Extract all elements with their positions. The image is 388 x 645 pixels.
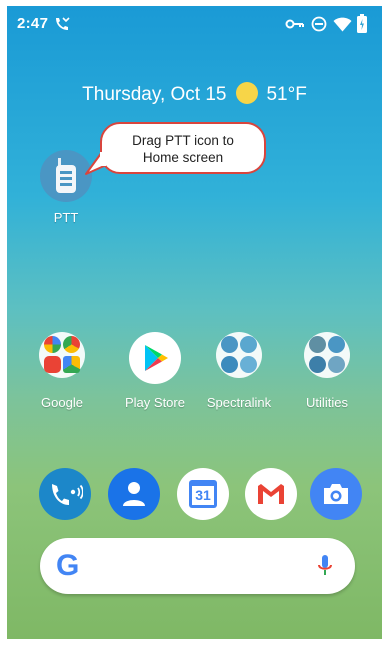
contacts-icon (123, 482, 145, 506)
phone-wifi-call-icon (52, 484, 83, 505)
spectralink-mini-icon-1 (221, 336, 238, 353)
sun-icon (236, 82, 259, 104)
callout-line-2: Home screen (142, 150, 224, 165)
missed-call-icon (56, 17, 70, 30)
spectralink-mini-icon-3 (221, 356, 238, 373)
calendar-app-icon[interactable]: 31 (177, 468, 229, 520)
google-g-mini-icon (44, 336, 61, 353)
contacts-app-icon[interactable] (108, 468, 160, 520)
microphone-icon[interactable] (317, 554, 333, 578)
callout-join (100, 152, 106, 166)
temperature-text: 51°F (266, 84, 307, 105)
do-not-disturb-icon (311, 16, 327, 32)
utilities-mini-icon-3 (309, 356, 326, 373)
utilities-mini-icon-4 (328, 356, 345, 373)
utilities-folder-label: Utilities (306, 395, 348, 410)
date-weather-widget[interactable]: Thursday, Oct 15 51°F (7, 82, 382, 106)
utilities-mini-icon-2 (328, 336, 345, 353)
vpn-key-icon (285, 19, 304, 29)
ptt-walkie-talkie-icon (56, 158, 76, 193)
chrome-mini-icon (63, 336, 80, 353)
spectralink-mini-icon-2 (240, 336, 257, 353)
gmail-icon (257, 483, 285, 505)
spectralink-folder-label: Spectralink (206, 395, 272, 410)
phone-app-icon[interactable] (39, 468, 91, 520)
wifi-icon (333, 17, 352, 32)
camera-app-icon[interactable] (310, 468, 362, 520)
google-folder-label: Google (41, 395, 83, 410)
utilities-folder-icon[interactable] (304, 332, 350, 378)
spectralink-mini-icon-4 (240, 356, 257, 373)
camera-icon (324, 484, 348, 504)
status-bar: 2:47 (7, 6, 382, 46)
play-store-label: Play Store (125, 395, 185, 410)
google-g-logo: G (56, 549, 80, 582)
gmail-app-icon[interactable] (245, 468, 297, 520)
calendar-day: 31 (192, 486, 214, 505)
callout-line-1: Drag PTT icon to (132, 133, 234, 148)
play-store-app-icon[interactable] (129, 332, 181, 384)
status-time: 2:47 (17, 15, 49, 32)
instruction-callout: Drag PTT icon to Home screen (100, 122, 266, 174)
play-store-icon (145, 345, 168, 371)
battery-charging-icon (357, 14, 367, 33)
drive-mini-icon (63, 356, 80, 373)
google-search-bar[interactable]: G (40, 538, 355, 594)
date-text: Thursday, Oct 15 (82, 84, 227, 105)
home-screen: 2:47 Thursday, Oct 15 51°F PTT Drag PTT … (7, 6, 382, 639)
spectralink-folder-icon[interactable] (216, 332, 262, 378)
calendar-icon: 31 (189, 480, 217, 508)
google-folder-icon[interactable] (39, 332, 85, 378)
utilities-mini-icon-1 (309, 336, 326, 353)
youtube-mini-icon (44, 356, 61, 373)
ptt-app-label: PTT (53, 210, 79, 225)
